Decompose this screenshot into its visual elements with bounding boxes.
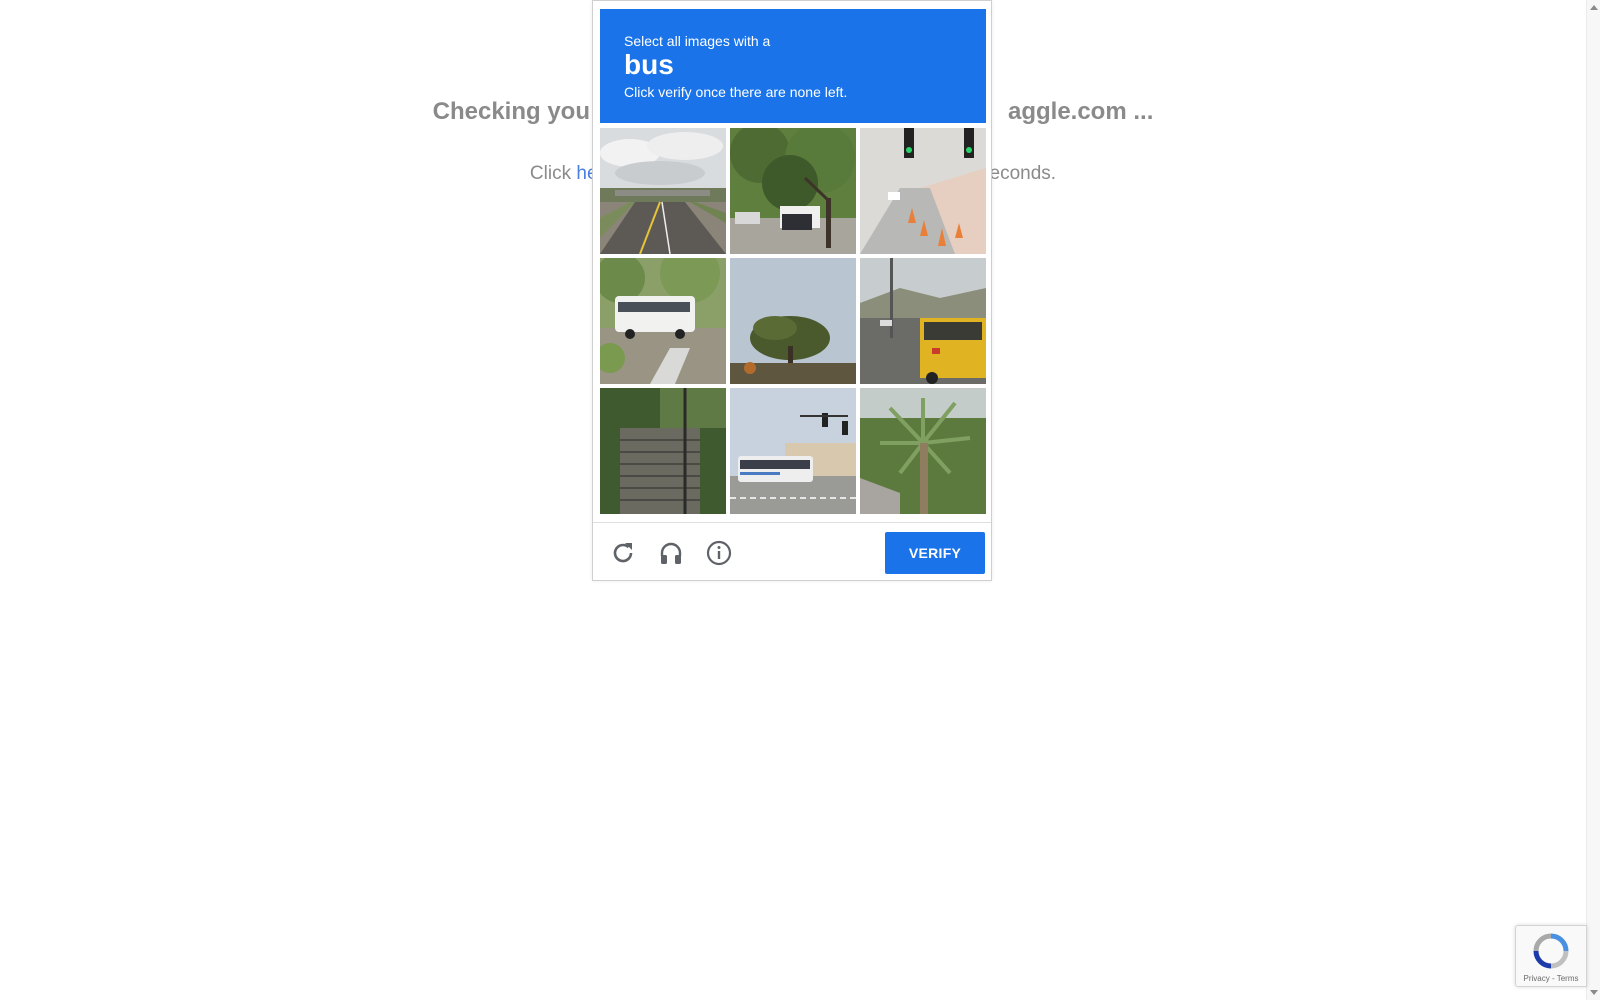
captcha-note: Click verify once there are none left. xyxy=(624,84,848,100)
info-icon[interactable] xyxy=(705,539,733,567)
captcha-image-grid xyxy=(600,128,986,514)
terms-link[interactable]: Terms xyxy=(1557,974,1579,983)
captcha-tile-white-shuttle-bus[interactable] xyxy=(600,258,726,384)
captcha-tile-tree-and-truck[interactable] xyxy=(730,128,856,254)
captcha-tile-stairs[interactable] xyxy=(600,388,726,514)
captcha-instruction: Select all images with a xyxy=(624,33,771,49)
vertical-scrollbar[interactable] xyxy=(1586,0,1600,1000)
captcha-tile-tree-sky[interactable] xyxy=(730,258,856,384)
captcha-tile-palm-tree[interactable] xyxy=(860,388,986,514)
recaptcha-badge[interactable]: Privacy - Terms xyxy=(1515,925,1587,987)
badge-links: Privacy - Terms xyxy=(1516,974,1586,983)
privacy-link[interactable]: Privacy xyxy=(1524,974,1550,983)
captcha-tile-highway-overpass[interactable] xyxy=(600,128,726,254)
heading-left-text: Checking you xyxy=(432,98,590,125)
captcha-target-object: bus xyxy=(624,49,674,80)
sub-prefix: Click xyxy=(529,163,577,184)
captcha-footer: VERIFY xyxy=(593,522,991,580)
scroll-up-arrow-icon[interactable] xyxy=(1590,5,1598,10)
headphones-icon[interactable] xyxy=(657,539,685,567)
captcha-dialog: Select all images with a bus Click verif… xyxy=(592,0,992,581)
scroll-down-arrow-icon[interactable] xyxy=(1590,990,1598,995)
captcha-tile-city-bus-street[interactable] xyxy=(730,388,856,514)
verify-button[interactable]: VERIFY xyxy=(885,532,985,574)
sub-suffix: econds. xyxy=(989,163,1057,184)
captcha-tile-traffic-lights-cones[interactable] xyxy=(860,128,986,254)
captcha-tile-yellow-school-bus[interactable] xyxy=(860,258,986,384)
captcha-header: Select all images with a bus Click verif… xyxy=(600,9,986,123)
recaptcha-logo-icon xyxy=(1532,932,1570,970)
page: Checking you aggle.com ... Click he econds… xyxy=(0,0,1600,1000)
reload-icon[interactable] xyxy=(609,539,637,567)
heading-right-text: aggle.com ... xyxy=(1007,98,1154,125)
badge-separator: - xyxy=(1549,974,1557,983)
